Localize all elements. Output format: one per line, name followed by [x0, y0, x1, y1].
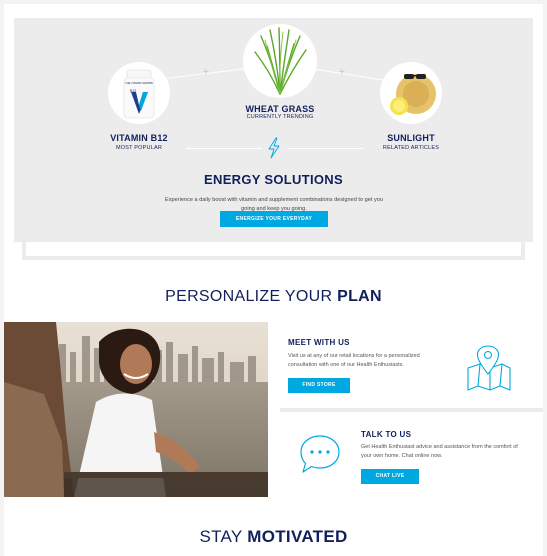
meet-description: Visit us at any of our retail locations … [288, 353, 420, 368]
personalize-heading: PERSONALIZE YOUR PLAN [165, 288, 382, 305]
find-store-button[interactable]: FIND STORE [288, 378, 350, 393]
talk-description: Get Health Enthusiast advice and assista… [361, 444, 518, 459]
friends-photo [4, 322, 268, 497]
map-pin-icon [467, 345, 511, 391]
wheat-grass-subtitle: CURRENTLY TRENDING [246, 114, 314, 120]
panel-bottom-border [22, 242, 525, 260]
wheat-grass-icon [254, 27, 307, 95]
plus-icon: + [202, 66, 210, 78]
meet-with-us-card: MEET WITH US Visit us at any of our reta… [280, 322, 543, 408]
energy-panel: + + THE VITAMIN SHOPPE B12 VITAMIN B12 M… [14, 18, 533, 242]
sunlight-image[interactable] [380, 62, 442, 124]
connector-right [309, 68, 390, 82]
vitamin-title[interactable]: VITAMIN B12 [99, 133, 179, 143]
chat-live-button[interactable]: CHAT LIVE [361, 469, 419, 484]
stay-motivated-heading: STAY MOTIVATED [199, 527, 348, 546]
sunlight-subtitle: RELATED ARTICLES [382, 145, 440, 151]
vitamin-bottle-icon: THE VITAMIN SHOPPE B12 [123, 69, 155, 119]
sun-hat-icon [390, 74, 436, 115]
vitamin-b12-image[interactable]: THE VITAMIN SHOPPE B12 [108, 62, 170, 124]
page-frame: + + THE VITAMIN SHOPPE B12 VITAMIN B12 M… [4, 4, 543, 556]
talk-title: TALK TO US [361, 430, 412, 439]
wheat-grass-title[interactable]: WHEAT GRASS [234, 104, 326, 114]
sunlight-title[interactable]: SUNLIGHT [371, 133, 451, 143]
energize-button[interactable]: ENERGIZE YOUR EVERYDAY [220, 211, 328, 227]
divider-line [287, 148, 363, 149]
divider-line [186, 148, 262, 149]
lightning-bolt-icon [268, 137, 280, 159]
meet-title: MEET WITH US [288, 338, 350, 347]
chat-bubble-icon [300, 435, 340, 473]
talk-to-us-card: TALK TO US Get Health Enthusiast advice … [280, 412, 543, 497]
svg-text:THE VITAMIN SHOPPE: THE VITAMIN SHOPPE [125, 81, 153, 85]
energy-solutions-title: ENERGY SOLUTIONS [204, 172, 343, 187]
wheat-grass-image[interactable] [243, 24, 317, 98]
vitamin-subtitle: MOST POPULAR [115, 145, 162, 151]
plus-icon: + [338, 66, 346, 78]
